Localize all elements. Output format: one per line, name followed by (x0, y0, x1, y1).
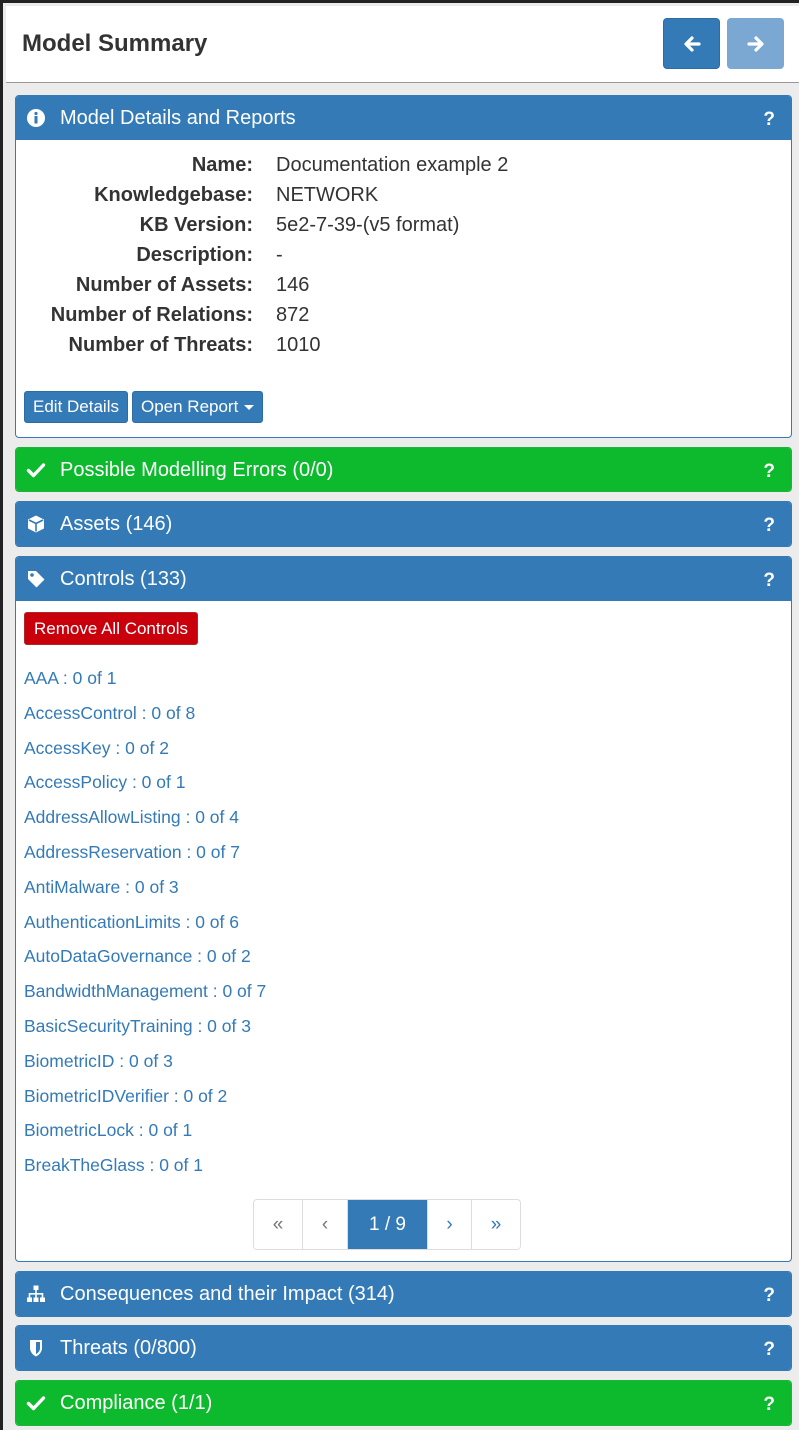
pager-next-button[interactable]: › (428, 1200, 472, 1249)
pager-prev-button[interactable]: ‹ (303, 1200, 348, 1249)
details-button-bar: Edit Details Open Report (24, 391, 267, 423)
control-link[interactable]: BiometricID : 0 of 3 (24, 1051, 266, 1086)
detail-row-threats: Number of Threats: 1010 (68, 334, 321, 356)
model-details-list: Name: Documentation example 2 Knowledgeba… (16, 140, 791, 362)
threats-panel[interactable]: Threats (0/800) ? (15, 1325, 792, 1371)
cube-icon (26, 514, 46, 534)
control-link[interactable]: BasicSecurityTraining : 0 of 3 (24, 1016, 266, 1051)
panel-title: Possible Modelling Errors (0/0) (60, 459, 334, 481)
help-icon[interactable]: ? (763, 461, 775, 483)
controls-panel: Controls (133) ? Remove All Controls AAA… (15, 556, 792, 1262)
help-icon[interactable]: ? (763, 1285, 775, 1307)
back-button[interactable] (663, 18, 720, 69)
caret-down-icon (244, 405, 255, 411)
control-link[interactable]: AccessPolicy : 0 of 1 (24, 772, 266, 807)
detail-row-assets: Number of Assets: 146 (75, 274, 310, 296)
controls-list: AAA : 0 of 1 AccessControl : 0 of 8 Acce… (24, 668, 266, 1190)
consequences-panel[interactable]: Consequences and their Impact (314) ? (15, 1271, 792, 1317)
pager-first-button[interactable]: « (254, 1200, 303, 1249)
pager-last-button[interactable]: » (472, 1200, 520, 1249)
detail-row-name: Name: Documentation example 2 (191, 154, 509, 176)
compliance-header[interactable]: Compliance (1/1) ? (16, 1381, 791, 1425)
tag-icon (26, 569, 46, 589)
open-report-button[interactable]: Open Report (131, 391, 264, 423)
panel-title: Model Details and Reports (60, 107, 296, 129)
edit-details-button[interactable]: Edit Details (24, 391, 128, 423)
control-link[interactable]: BandwidthManagement : 0 of 7 (24, 981, 266, 1016)
help-icon[interactable]: ? (763, 515, 775, 537)
modelling-errors-header[interactable]: Possible Modelling Errors (0/0) ? (16, 448, 791, 491)
help-icon[interactable]: ? (763, 1339, 775, 1361)
panel-title: Consequences and their Impact (314) (60, 1283, 395, 1305)
controls-header[interactable]: Controls (133) ? (16, 557, 791, 601)
help-icon[interactable]: ? (763, 1394, 775, 1416)
shield-icon (26, 1338, 46, 1358)
panel-title: Assets (146) (60, 513, 173, 535)
page-title: Model Summary (22, 30, 208, 57)
check-icon (26, 460, 46, 480)
control-link[interactable]: BiometricIDVerifier : 0 of 2 (24, 1086, 266, 1121)
detail-row-relations: Number of Relations: 872 (50, 304, 310, 326)
modelling-errors-panel[interactable]: Possible Modelling Errors (0/0) ? (15, 447, 792, 492)
panel-title: Compliance (1/1) (60, 1392, 213, 1414)
arrow-left-icon (683, 35, 701, 52)
app-frame: Model Summary Model Details and Reports … (0, 0, 799, 1430)
forward-button[interactable] (727, 18, 784, 69)
controls-pagination: « ‹ 1 / 9 › » (253, 1199, 521, 1250)
control-link[interactable]: AddressAllowListing : 0 of 4 (24, 807, 266, 842)
panel-title: Controls (133) (60, 568, 187, 590)
control-link[interactable]: BreakTheGlass : 0 of 1 (24, 1155, 266, 1190)
control-link[interactable]: AAA : 0 of 1 (24, 668, 266, 703)
assets-panel[interactable]: Assets (146) ? (15, 501, 792, 547)
consequences-header[interactable]: Consequences and their Impact (314) ? (16, 1272, 791, 1316)
model-summary-header: Model Summary (6, 6, 799, 83)
compliance-panel[interactable]: Compliance (1/1) ? (15, 1380, 792, 1426)
help-icon[interactable]: ? (763, 570, 775, 592)
pager-current-page: 1 / 9 (348, 1200, 428, 1249)
control-link[interactable]: BiometricLock : 0 of 1 (24, 1120, 266, 1155)
info-circle-icon (26, 108, 46, 128)
model-details-header[interactable]: Model Details and Reports ? (16, 96, 791, 140)
control-link[interactable]: AuthenticationLimits : 0 of 6 (24, 912, 266, 947)
threats-header[interactable]: Threats (0/800) ? (16, 1326, 791, 1370)
remove-all-controls-button[interactable]: Remove All Controls (24, 612, 199, 645)
arrow-right-icon (746, 35, 764, 52)
detail-row-kb-version: KB Version: 5e2-7-39-(v5 format) (139, 214, 460, 236)
sitemap-icon (26, 1284, 46, 1304)
control-link[interactable]: AccessKey : 0 of 2 (24, 738, 266, 773)
model-details-panel: Model Details and Reports ? Name: Documen… (15, 95, 792, 438)
control-link[interactable]: AntiMalware : 0 of 3 (24, 877, 266, 912)
control-link[interactable]: AccessControl : 0 of 8 (24, 703, 266, 738)
control-link[interactable]: AutoDataGovernance : 0 of 2 (24, 946, 266, 981)
help-icon[interactable]: ? (763, 109, 775, 131)
open-report-label: Open Report (140, 397, 239, 416)
assets-header[interactable]: Assets (146) ? (16, 502, 791, 546)
panel-title: Threats (0/800) (60, 1337, 197, 1359)
control-link[interactable]: AddressReservation : 0 of 7 (24, 842, 266, 877)
detail-row-knowledgebase: Knowledgebase: NETWORK (94, 184, 379, 206)
detail-row-description: Description: - (136, 244, 283, 266)
check-icon (26, 1393, 46, 1413)
